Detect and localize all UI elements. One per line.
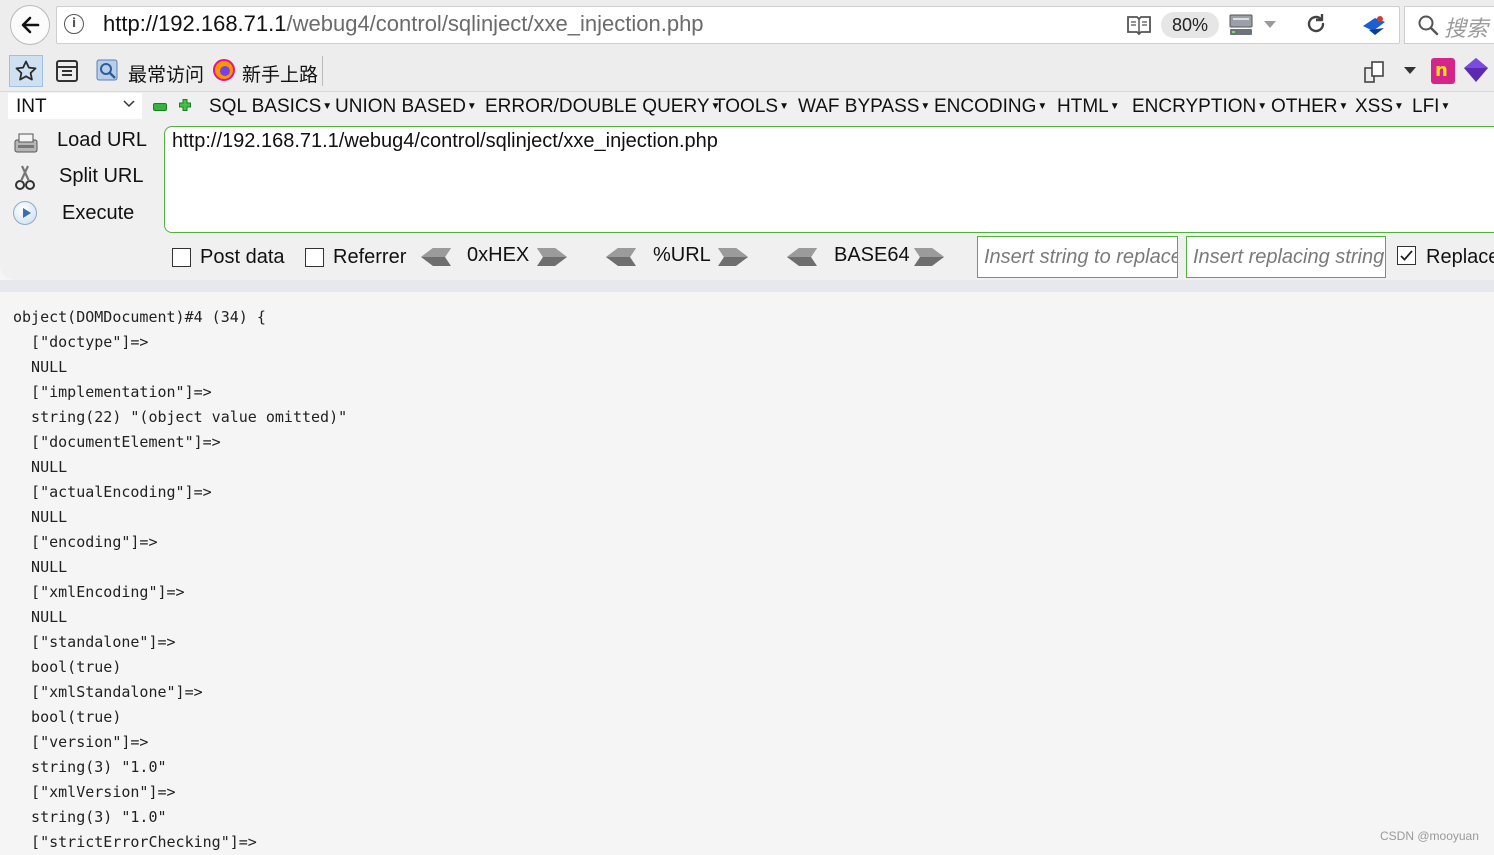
back-arrow-icon (21, 16, 40, 34)
output-line: string(3) "1.0" (13, 758, 167, 776)
replacing-string-placeholder: Insert replacing string (1193, 246, 1385, 268)
overflow-dropdown-icon[interactable] (1403, 66, 1417, 76)
zoom-level-badge[interactable]: 80% (1161, 12, 1219, 38)
encode-arrow-icon[interactable] (535, 246, 569, 268)
bookmark-star-button[interactable] (9, 55, 43, 87)
output-line: ["documentElement"]=> (13, 433, 221, 451)
menu-error-double-query[interactable]: ERROR/DOUBLE QUERY▼ (485, 96, 720, 118)
menu-html[interactable]: HTML▼ (1057, 96, 1120, 118)
output-line: bool(true) (13, 708, 122, 726)
increase-icon[interactable] (177, 97, 193, 113)
output-line: ["standalone"]=> (13, 633, 176, 651)
post-data-label[interactable]: Post data (200, 246, 285, 269)
split-url-icon[interactable] (14, 164, 36, 192)
addon-icon[interactable]: n (1431, 58, 1455, 84)
menu-other[interactable]: OTHER▼ (1271, 96, 1348, 118)
replace-string-input[interactable]: Insert string to replace (977, 236, 1178, 278)
search-placeholder[interactable]: 搜索 (1444, 11, 1488, 43)
encode-arrow-icon[interactable] (912, 246, 946, 268)
hackbar-url-value[interactable]: http://192.168.71.1/webug4/control/sqlin… (172, 130, 718, 153)
dropdown-arrow-icon[interactable] (1263, 20, 1277, 30)
menu-encoding[interactable]: ENCODING▼ (934, 96, 1047, 118)
base64-encode-button[interactable]: BASE64 (834, 244, 910, 267)
type-select-value[interactable]: INT (16, 96, 47, 118)
output-line: ["encoding"]=> (13, 533, 158, 551)
menu-tools[interactable]: TOOLS▼ (714, 96, 789, 118)
menu-lfi[interactable]: LFI▼ (1412, 96, 1450, 118)
info-icon[interactable]: i (64, 14, 84, 34)
output-line: ["implementation"]=> (13, 383, 212, 401)
replace-all-label[interactable]: Replace All (1426, 246, 1494, 269)
search-icon (1418, 15, 1439, 36)
replace-all-checkbox[interactable] (1397, 246, 1416, 265)
library-icon[interactable] (52, 57, 82, 85)
output-line: ["actualEncoding"]=> (13, 483, 212, 501)
toolbar-separator (322, 56, 323, 86)
output-line: NULL (13, 358, 68, 376)
post-data-checkbox[interactable] (172, 248, 191, 267)
chevron-down-icon[interactable] (122, 99, 136, 109)
decrease-icon[interactable] (153, 103, 167, 111)
decode-arrow-icon[interactable] (785, 246, 819, 268)
address-url[interactable]: http://192.168.71.1/webug4/control/sqlin… (103, 11, 704, 37)
output-line: NULL (13, 508, 68, 526)
output-line: bool(true) (13, 658, 122, 676)
menu-sql-basics[interactable]: SQL BASICS▼ (209, 96, 332, 118)
network-icon[interactable] (1228, 12, 1254, 38)
url-encode-button[interactable]: %URL (653, 244, 711, 267)
execute-icon[interactable] (13, 201, 37, 225)
output-line: ["xmlStandalone"]=> (13, 683, 203, 701)
output-line: ["xmlEncoding"]=> (13, 583, 185, 601)
split-url-button[interactable]: Split URL (59, 165, 143, 188)
output-line: NULL (13, 558, 68, 576)
reload-icon[interactable] (1304, 12, 1328, 36)
decode-arrow-icon[interactable] (419, 246, 453, 268)
output-line: string(3) "1.0" (13, 808, 167, 826)
back-button[interactable] (10, 5, 50, 45)
execute-button[interactable]: Execute (62, 202, 134, 225)
panel-separator (0, 280, 1494, 292)
encode-arrow-icon[interactable] (716, 246, 750, 268)
output-line: ["version"]=> (13, 733, 149, 751)
watermark: CSDN @mooyuan (1380, 829, 1479, 843)
referrer-checkbox[interactable] (305, 248, 324, 267)
sidebar-toggle-icon[interactable] (1363, 60, 1389, 84)
decode-arrow-icon[interactable] (604, 246, 638, 268)
replace-string-placeholder: Insert string to replace (984, 246, 1178, 268)
output-line: string(22) "(object value omitted)" (13, 408, 348, 426)
menu-encryption[interactable]: ENCRYPTION▼ (1132, 96, 1267, 118)
checkmark-icon (1400, 250, 1413, 261)
bookmark-label[interactable]: 新手上路 (242, 60, 318, 87)
menu-union-based[interactable]: UNION BASED▼ (335, 96, 477, 118)
replacing-string-input[interactable]: Insert replacing string (1186, 236, 1386, 278)
output-line: object(DOMDocument)#4 (34) { (13, 308, 266, 326)
output-line: ["strictErrorChecking"]=> (13, 833, 257, 851)
bookmark-icon (96, 59, 118, 81)
var-dump-output: object(DOMDocument)#4 (34) { ["doctype"]… (13, 305, 347, 855)
bookmark-label[interactable]: 最常访问 (128, 60, 204, 87)
hackbar-addon-icon[interactable] (1462, 56, 1490, 84)
referrer-label[interactable]: Referrer (333, 246, 406, 269)
output-line: ["doctype"]=> (13, 333, 149, 351)
star-icon (15, 60, 37, 81)
output-line: ["xmlVersion"]=> (13, 783, 176, 801)
menu-xss[interactable]: XSS▼ (1355, 96, 1404, 118)
load-url-icon[interactable] (12, 130, 40, 156)
output-line: NULL (13, 608, 68, 626)
output-line: NULL (13, 458, 68, 476)
hex-encode-button[interactable]: 0xHEX (467, 244, 529, 267)
extension-icon[interactable] (1360, 12, 1388, 38)
menu-waf-bypass[interactable]: WAF BYPASS▼ (798, 96, 930, 118)
load-url-button[interactable]: Load URL (57, 129, 147, 152)
firefox-icon (213, 59, 235, 81)
reader-view-icon[interactable] (1126, 14, 1152, 36)
